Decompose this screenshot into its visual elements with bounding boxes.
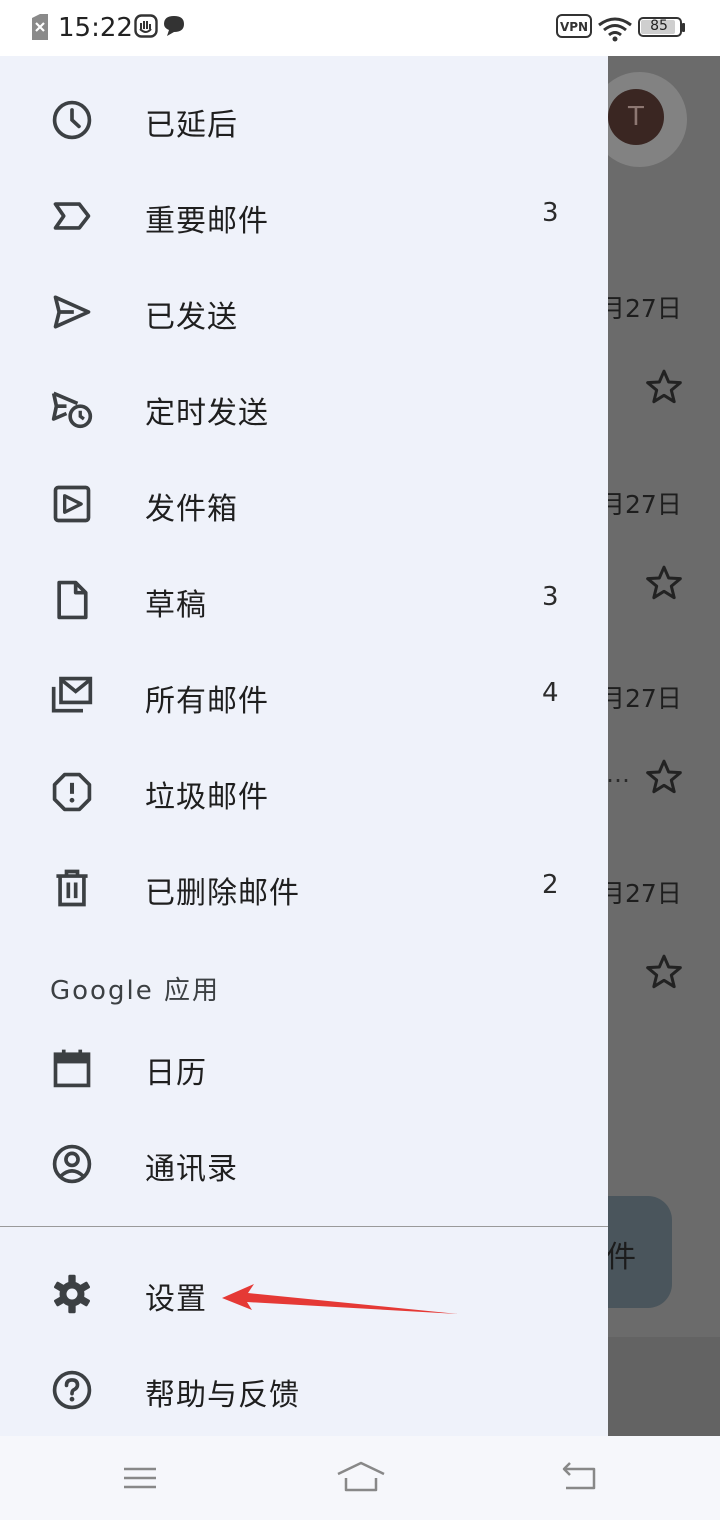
- drawer-item-label: 发件箱: [145, 492, 238, 527]
- drawer-item-label: 重要邮件: [145, 204, 269, 239]
- star-icon[interactable]: [644, 367, 684, 407]
- drawer-item-label: 已发送: [145, 300, 238, 335]
- scheduled-send-icon: [51, 391, 93, 429]
- snippet-ellipsis: …: [606, 760, 630, 788]
- back-icon[interactable]: [558, 1458, 602, 1498]
- drawer-item-count: 3: [542, 198, 559, 228]
- draft-icon: [57, 580, 88, 620]
- drawer-item-trash[interactable]: 已删除邮件 2: [0, 840, 608, 936]
- clock-icon: [52, 100, 92, 140]
- menu-icon[interactable]: [118, 1458, 162, 1498]
- home-icon[interactable]: [336, 1458, 386, 1498]
- wifi-icon: [598, 17, 632, 42]
- drawer-item-count: 3: [542, 582, 559, 612]
- drawer-item-label: 草稿: [145, 588, 207, 623]
- drawer-item-count: 2: [542, 870, 559, 900]
- drawer-item-spam[interactable]: 垃圾邮件: [0, 744, 608, 840]
- important-icon: [53, 202, 91, 230]
- navigation-drawer: 已延后 重要邮件 3 已发送 定时发送 发件箱 草稿 3 所有邮件 4 垃圾邮件…: [0, 56, 608, 1436]
- email-date: 月27日: [600, 294, 682, 323]
- hand-icon: [134, 14, 158, 38]
- email-date: 月27日: [600, 879, 682, 908]
- drawer-item-label: 设置: [145, 1282, 207, 1317]
- drawer-item-help[interactable]: 帮助与反馈: [0, 1342, 608, 1438]
- all-mail-icon: [51, 676, 93, 713]
- status-bar: 15:22 VPN 85: [0, 0, 720, 56]
- drawer-item-drafts[interactable]: 草稿 3: [0, 552, 608, 648]
- send-icon: [53, 295, 91, 329]
- email-date: 月27日: [600, 684, 682, 713]
- drawer-item-snoozed[interactable]: 已延后: [0, 72, 608, 168]
- annotation-arrow: [222, 1284, 458, 1314]
- calendar-icon: [53, 1049, 91, 1088]
- contacts-icon: [52, 1144, 92, 1184]
- sim-off-icon: [32, 14, 48, 40]
- drawer-item-calendar[interactable]: 日历: [0, 1020, 608, 1116]
- trash-icon: [56, 869, 88, 907]
- battery-indicator: 85: [638, 17, 685, 39]
- section-header-google-apps: Google 应用: [50, 976, 220, 1006]
- star-icon[interactable]: [644, 952, 684, 992]
- vpn-badge: VPN: [556, 14, 592, 38]
- drawer-item-label: 已延后: [145, 108, 238, 143]
- compose-fab-label: 件: [606, 1240, 636, 1275]
- drawer-item-outbox[interactable]: 发件箱: [0, 456, 608, 552]
- help-icon: [52, 1370, 92, 1410]
- drawer-item-label: 已删除邮件: [145, 876, 300, 911]
- drawer-item-count: 4: [542, 678, 559, 708]
- gear-icon: [54, 1274, 90, 1314]
- svg-text:VPN: VPN: [560, 20, 588, 34]
- drawer-item-important[interactable]: 重要邮件 3: [0, 168, 608, 264]
- outbox-icon: [53, 485, 91, 523]
- account-avatar[interactable]: T: [608, 89, 664, 145]
- drawer-item-label: 帮助与反馈: [145, 1378, 300, 1413]
- system-navigation-bar: [0, 1436, 720, 1520]
- star-icon[interactable]: [644, 563, 684, 603]
- drawer-item-contacts[interactable]: 通讯录: [0, 1116, 608, 1212]
- drawer-item-scheduled[interactable]: 定时发送: [0, 360, 608, 456]
- status-time: 15:22: [58, 13, 133, 43]
- drawer-divider: [0, 1226, 608, 1227]
- drawer-item-label: 通讯录: [145, 1152, 238, 1187]
- drawer-item-label: 定时发送: [145, 396, 269, 431]
- star-icon[interactable]: [644, 757, 684, 797]
- drawer-item-label: 垃圾邮件: [145, 780, 269, 815]
- email-date: 月27日: [600, 490, 682, 519]
- drawer-item-all-mail[interactable]: 所有邮件 4: [0, 648, 608, 744]
- battery-level: 85: [650, 18, 668, 34]
- spam-icon: [52, 772, 92, 812]
- chat-icon: [164, 16, 184, 36]
- drawer-item-label: 所有邮件: [145, 684, 269, 719]
- drawer-item-label: 日历: [145, 1056, 207, 1091]
- drawer-item-sent[interactable]: 已发送: [0, 264, 608, 360]
